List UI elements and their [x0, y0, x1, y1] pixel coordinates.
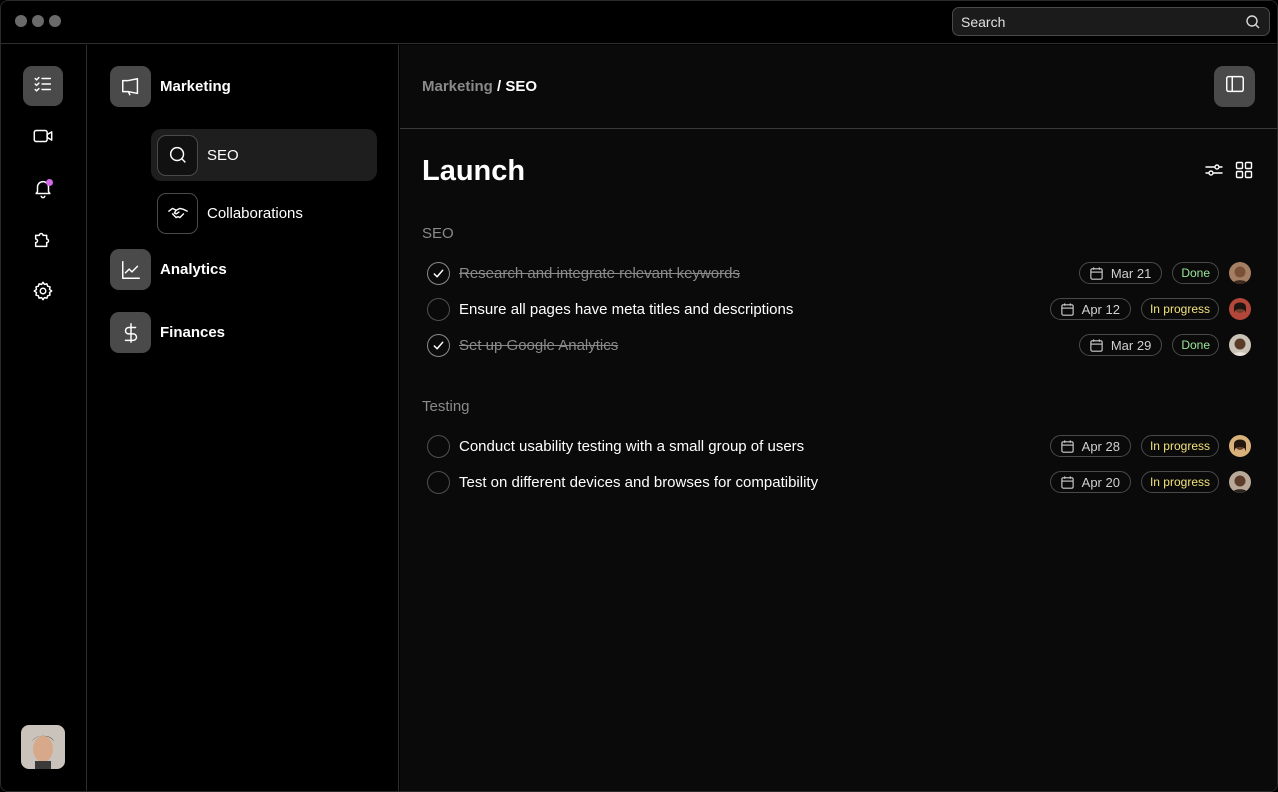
project-finances[interactable]: Finances	[110, 312, 225, 353]
calendar-icon	[1060, 475, 1074, 489]
search-icon	[157, 134, 198, 176]
section-title: Testing	[422, 398, 470, 415]
rail-notifications-button[interactable]	[23, 170, 63, 210]
window-controls	[15, 15, 61, 27]
window-maximize-dot[interactable]	[49, 15, 61, 27]
user-avatar[interactable]	[21, 725, 65, 769]
assignee-avatar[interactable]	[1229, 471, 1251, 493]
puzzle-icon	[32, 228, 54, 255]
calendar-icon	[1090, 338, 1103, 352]
project-label: Marketing	[160, 78, 231, 95]
assignee-avatar[interactable]	[1229, 435, 1251, 457]
sliders-icon	[1204, 160, 1224, 185]
grid-view-button[interactable]	[1233, 161, 1255, 183]
task-title[interactable]: Research and integrate relevant keywords	[459, 265, 740, 282]
chart-line-icon	[110, 249, 151, 290]
main-content: Marketing / SEO Launch SEO Research and …	[400, 45, 1277, 791]
due-date-label: Mar 29	[1110, 337, 1152, 353]
due-date-label: Mar 21	[1110, 265, 1152, 281]
assignee-avatar[interactable]	[1229, 262, 1251, 284]
assignee-avatar[interactable]	[1229, 334, 1251, 356]
calendar-icon	[1060, 302, 1074, 316]
due-date-chip[interactable]: Mar 21	[1078, 262, 1163, 284]
status-badge[interactable]: In progress	[1140, 435, 1219, 457]
task-title[interactable]: Conduct usability testing with a small g…	[459, 438, 804, 455]
app-window: Marketing SEO Collaborations Analytics F	[0, 0, 1278, 792]
icon-rail	[1, 45, 87, 791]
status-badge[interactable]: In progress	[1140, 471, 1219, 493]
subproject-label: SEO	[207, 146, 239, 164]
task-row[interactable]: Research and integrate relevant keywords…	[422, 258, 1251, 288]
status-badge[interactable]: In progress	[1140, 298, 1219, 320]
due-date-label: Apr 12	[1081, 301, 1120, 317]
window-close-dot[interactable]	[15, 15, 27, 27]
breadcrumb-parent[interactable]: Marketing	[422, 78, 493, 95]
status-badge[interactable]: Done	[1172, 334, 1219, 356]
task-row[interactable]: Test on different devices and browses fo…	[422, 467, 1251, 497]
breadcrumb: Marketing / SEO	[422, 78, 537, 95]
grid-icon	[1234, 160, 1254, 185]
task-title[interactable]: Test on different devices and browses fo…	[459, 474, 818, 491]
task-row[interactable]: Set up Google Analytics Mar 29 Done	[422, 330, 1251, 360]
due-date-chip[interactable]: Apr 12	[1049, 298, 1131, 320]
task-checkbox[interactable]	[427, 297, 450, 321]
sidebar-panel-icon	[1224, 73, 1246, 100]
project-analytics[interactable]: Analytics	[110, 249, 227, 290]
task-checkbox[interactable]	[427, 470, 450, 494]
gear-icon	[32, 280, 54, 307]
task-checkbox[interactable]	[427, 261, 450, 285]
handshake-icon	[157, 192, 198, 234]
search-input[interactable]	[961, 13, 1245, 30]
project-marketing[interactable]: Marketing	[110, 66, 231, 107]
project-label: Analytics	[160, 261, 227, 278]
filter-button[interactable]	[1203, 161, 1225, 183]
project-sidebar: Marketing SEO Collaborations Analytics F	[88, 45, 399, 791]
project-label: Finances	[160, 324, 226, 341]
calendar-icon	[1090, 266, 1103, 280]
rail-tasks-button[interactable]	[23, 66, 63, 106]
rail-integrations-button[interactable]	[23, 221, 63, 261]
breadcrumb-separator: /	[492, 78, 506, 95]
video-icon	[32, 125, 54, 152]
rail-settings-button[interactable]	[23, 273, 63, 313]
breadcrumb-current: SEO	[505, 78, 538, 95]
due-date-chip[interactable]: Apr 28	[1049, 435, 1131, 457]
task-row[interactable]: Ensure all pages have meta titles and de…	[422, 294, 1251, 324]
toggle-panel-button[interactable]	[1214, 66, 1255, 107]
title-bar	[1, 1, 1277, 44]
page-title: Launch	[422, 155, 526, 187]
subproject-seo[interactable]: SEO	[151, 129, 377, 181]
subproject-collaborations[interactable]: Collaborations	[151, 187, 377, 239]
assignee-avatar[interactable]	[1229, 298, 1251, 320]
window-minimize-dot[interactable]	[32, 15, 44, 27]
task-title[interactable]: Ensure all pages have meta titles and de…	[459, 301, 793, 318]
megaphone-icon	[110, 66, 151, 107]
main-header: Marketing / SEO	[400, 45, 1277, 129]
check-icon	[433, 341, 444, 349]
notification-badge	[46, 179, 53, 186]
due-date-chip[interactable]: Mar 29	[1078, 334, 1163, 356]
checklist-icon	[32, 73, 54, 100]
search-box[interactable]	[952, 7, 1270, 36]
calendar-icon	[1060, 439, 1074, 453]
task-row[interactable]: Conduct usability testing with a small g…	[422, 431, 1251, 461]
due-date-label: Apr 20	[1081, 474, 1120, 490]
search-icon[interactable]	[1245, 14, 1261, 30]
subproject-label: Collaborations	[207, 204, 303, 222]
task-title[interactable]: Set up Google Analytics	[459, 337, 618, 354]
dollar-icon	[110, 312, 151, 353]
rail-video-button[interactable]	[23, 118, 63, 158]
status-badge[interactable]: Done	[1172, 262, 1219, 284]
due-date-chip[interactable]: Apr 20	[1049, 471, 1131, 493]
section-title: SEO	[422, 225, 454, 242]
due-date-label: Apr 28	[1081, 438, 1120, 454]
task-checkbox[interactable]	[427, 333, 450, 357]
task-checkbox[interactable]	[427, 434, 450, 458]
check-icon	[433, 269, 444, 277]
